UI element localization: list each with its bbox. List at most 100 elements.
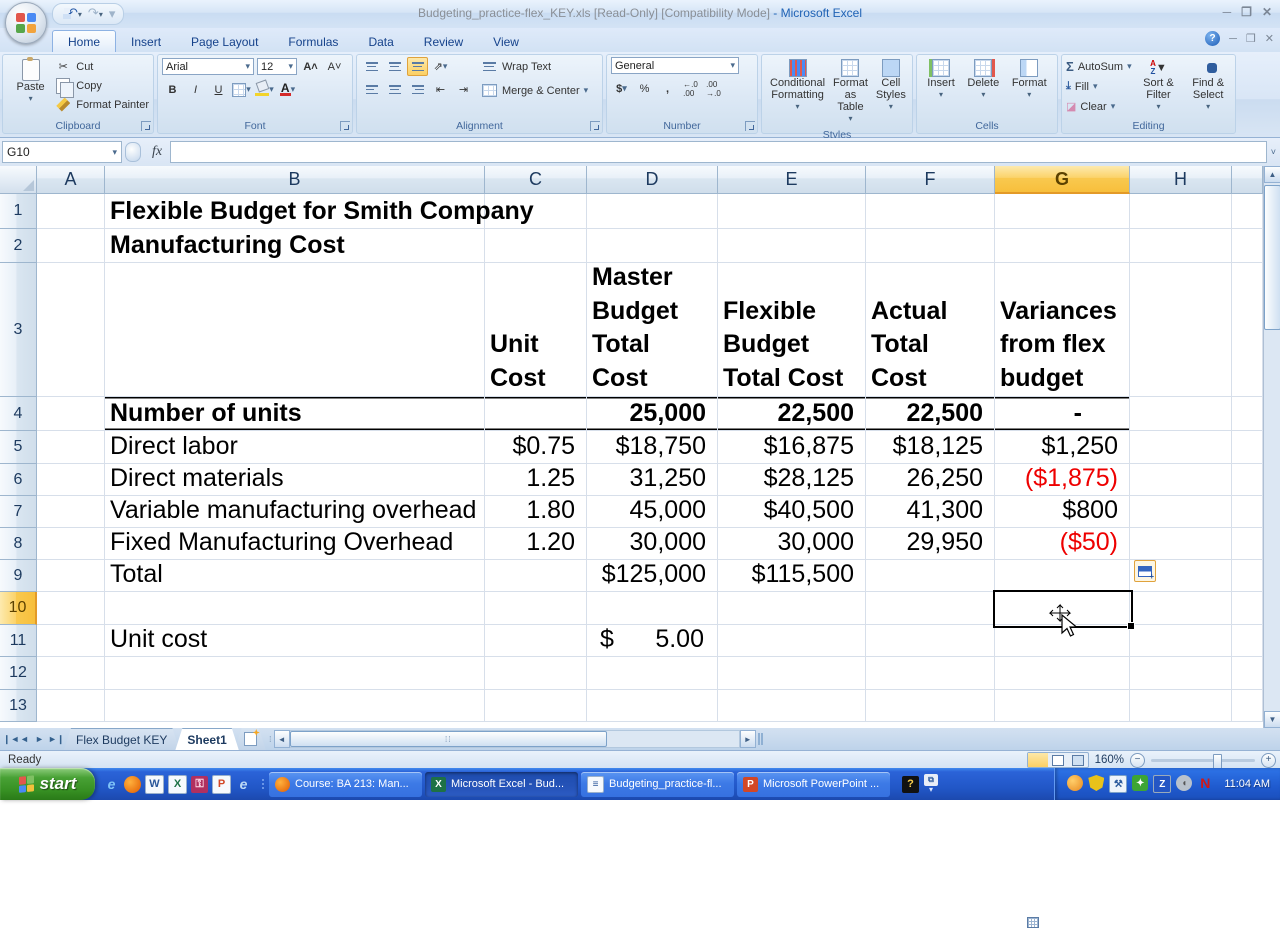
cell-styles-button[interactable]: Cell Styles ▾ <box>872 57 910 115</box>
vertical-scrollbar[interactable]: ▲ ▼ <box>1263 166 1280 728</box>
cell-E5[interactable]: $16,875 <box>718 431 866 464</box>
cell-H7[interactable] <box>1130 496 1232 528</box>
zoom-slider-thumb[interactable] <box>1213 753 1222 769</box>
cell-A5[interactable] <box>37 431 105 464</box>
column-header-H[interactable]: H <box>1130 166 1232 194</box>
row-header-2[interactable]: 2 <box>0 229 37 263</box>
taskbar-window-2[interactable]: ≡ Budgeting_practice-fl... <box>581 771 734 797</box>
cell-A11[interactable] <box>37 625 105 657</box>
cell-G6[interactable]: ($1,875) <box>995 464 1130 496</box>
cell-H8[interactable] <box>1130 528 1232 560</box>
cell-D3[interactable]: Master Budget Total Cost <box>587 263 718 397</box>
cell-E7[interactable]: $40,500 <box>718 496 866 528</box>
cell-B4[interactable]: Number of units <box>105 397 485 431</box>
firefox-icon[interactable] <box>124 775 141 793</box>
volume-icon[interactable]: ◖ <box>1176 775 1193 791</box>
tab-insert[interactable]: Insert <box>116 31 176 52</box>
cell-C8[interactable]: 1.20 <box>485 528 587 560</box>
help-icon[interactable]: ? <box>1205 31 1221 46</box>
align-right-icon[interactable] <box>407 80 428 99</box>
horizontal-scrollbar-thumb[interactable]: ⁞⁞ <box>289 731 607 747</box>
sheet-tab-sheet1[interactable]: Sheet1 <box>175 728 238 750</box>
cell-C1[interactable] <box>485 194 587 229</box>
workbook-minimize-button[interactable]: ─ <box>1229 33 1237 45</box>
cell-F10[interactable] <box>866 592 995 625</box>
customize-qat-icon[interactable]: ▾ <box>109 7 116 21</box>
zotero-icon[interactable]: Z <box>1153 775 1172 793</box>
cell-F13[interactable] <box>866 690 995 722</box>
previous-sheet-icon[interactable]: ◄ <box>18 734 31 744</box>
shared-session-icon[interactable]: ⧉ ▾ <box>924 774 938 794</box>
cell-G2[interactable] <box>995 229 1130 263</box>
minimize-button[interactable]: ─ <box>1223 5 1232 19</box>
cell-D8[interactable]: 30,000 <box>587 528 718 560</box>
insert-worksheet-button[interactable] <box>235 728 266 750</box>
internet-explorer-icon[interactable]: e <box>103 776 120 793</box>
find-select-button[interactable]: Find & Select ▾ <box>1185 57 1231 115</box>
cell-H3[interactable] <box>1130 263 1232 397</box>
taskbar-window-0[interactable]: Course: BA 213: Man... <box>269 771 422 797</box>
cell-A4[interactable] <box>37 397 105 431</box>
sheet-tab-flex-budget-key[interactable]: Flex Budget KEY <box>64 728 179 750</box>
font-color-icon[interactable]: A ▾ <box>277 80 298 99</box>
cell-G1[interactable] <box>995 194 1130 229</box>
cell-C10[interactable] <box>485 592 587 625</box>
decrease-indent-icon[interactable]: ⇤ <box>430 80 451 99</box>
align-left-icon[interactable] <box>361 80 382 99</box>
bold-button[interactable]: B <box>162 80 183 99</box>
row-header-11[interactable]: 11 <box>0 625 37 657</box>
row-header-3[interactable]: 3 <box>0 263 37 397</box>
fill-button[interactable]: ⤓ Fill ▾ <box>1066 77 1132 96</box>
row-header-1[interactable]: 1 <box>0 194 37 229</box>
cell-F12[interactable] <box>866 657 995 690</box>
cell-D5[interactable]: $18,750 <box>587 431 718 464</box>
cell-E8[interactable]: 30,000 <box>718 528 866 560</box>
cell-E11[interactable] <box>718 625 866 657</box>
cell-B11[interactable]: Unit cost <box>105 625 485 657</box>
wrap-text-button[interactable]: Wrap Text <box>480 57 588 76</box>
cell-F6[interactable]: 26,250 <box>866 464 995 496</box>
cell-C7[interactable]: 1.80 <box>485 496 587 528</box>
cell-C12[interactable] <box>485 657 587 690</box>
cell-B13[interactable] <box>105 690 485 722</box>
middle-align-icon[interactable] <box>384 57 405 76</box>
system-tool-icon[interactable]: ⚒ <box>1109 775 1128 793</box>
cell-B3[interactable] <box>105 263 485 397</box>
cell-D11[interactable]: $5.00 <box>587 625 718 657</box>
last-sheet-icon[interactable]: ►❙ <box>48 734 64 745</box>
format-cells-button[interactable]: Format ▾ <box>1008 57 1051 103</box>
cell-B5[interactable]: Direct labor <box>105 431 485 464</box>
scroll-up-icon[interactable]: ▲ <box>1264 166 1280 183</box>
row-header-4[interactable]: 4 <box>0 397 37 431</box>
cell-G13[interactable] <box>995 690 1130 722</box>
row-header-10[interactable]: 10 <box>0 592 37 625</box>
expand-formula-bar-icon[interactable]: ˅ <box>1271 147 1276 157</box>
tab-home[interactable]: Home <box>52 30 117 52</box>
cell-B2[interactable]: Manufacturing Cost <box>105 229 485 263</box>
cell-H5[interactable] <box>1130 431 1232 464</box>
taskbar-window-1[interactable]: X Microsoft Excel - Bud... <box>425 771 578 797</box>
name-box-dropdown-icon[interactable]: ▾ <box>112 147 117 158</box>
cut-button[interactable]: ✂ Cut <box>54 57 149 76</box>
cell-A7[interactable] <box>37 496 105 528</box>
font-size-select[interactable]: 12 ▾ <box>257 58 297 75</box>
row-header-6[interactable]: 6 <box>0 464 37 496</box>
italic-button[interactable]: I <box>185 80 206 99</box>
cell-B12[interactable] <box>105 657 485 690</box>
row-header-13[interactable]: 13 <box>0 690 37 722</box>
cell-A6[interactable] <box>37 464 105 496</box>
netbeans-icon[interactable]: N <box>1197 775 1213 791</box>
cell-G3[interactable]: Variances from flex budget <box>995 263 1130 397</box>
bottom-align-icon[interactable] <box>407 57 428 76</box>
column-header-C[interactable]: C <box>485 166 587 194</box>
workbook-close-button[interactable]: ✕ <box>1265 32 1274 45</box>
cell-F8[interactable]: 29,950 <box>866 528 995 560</box>
increase-decimal-icon[interactable]: ←.0.00 <box>680 79 701 98</box>
help-tray-icon[interactable]: ? <box>902 775 919 793</box>
cell-C9[interactable] <box>485 560 587 592</box>
decrease-decimal-icon[interactable]: .00 →.0 <box>703 79 724 98</box>
cell-E3[interactable]: Flexible Budget Total Cost <box>718 263 866 397</box>
conditional-formatting-button[interactable]: Conditional Formatting ▾ <box>766 57 829 115</box>
cell-C5[interactable]: $0.75 <box>485 431 587 464</box>
cell-C11[interactable] <box>485 625 587 657</box>
